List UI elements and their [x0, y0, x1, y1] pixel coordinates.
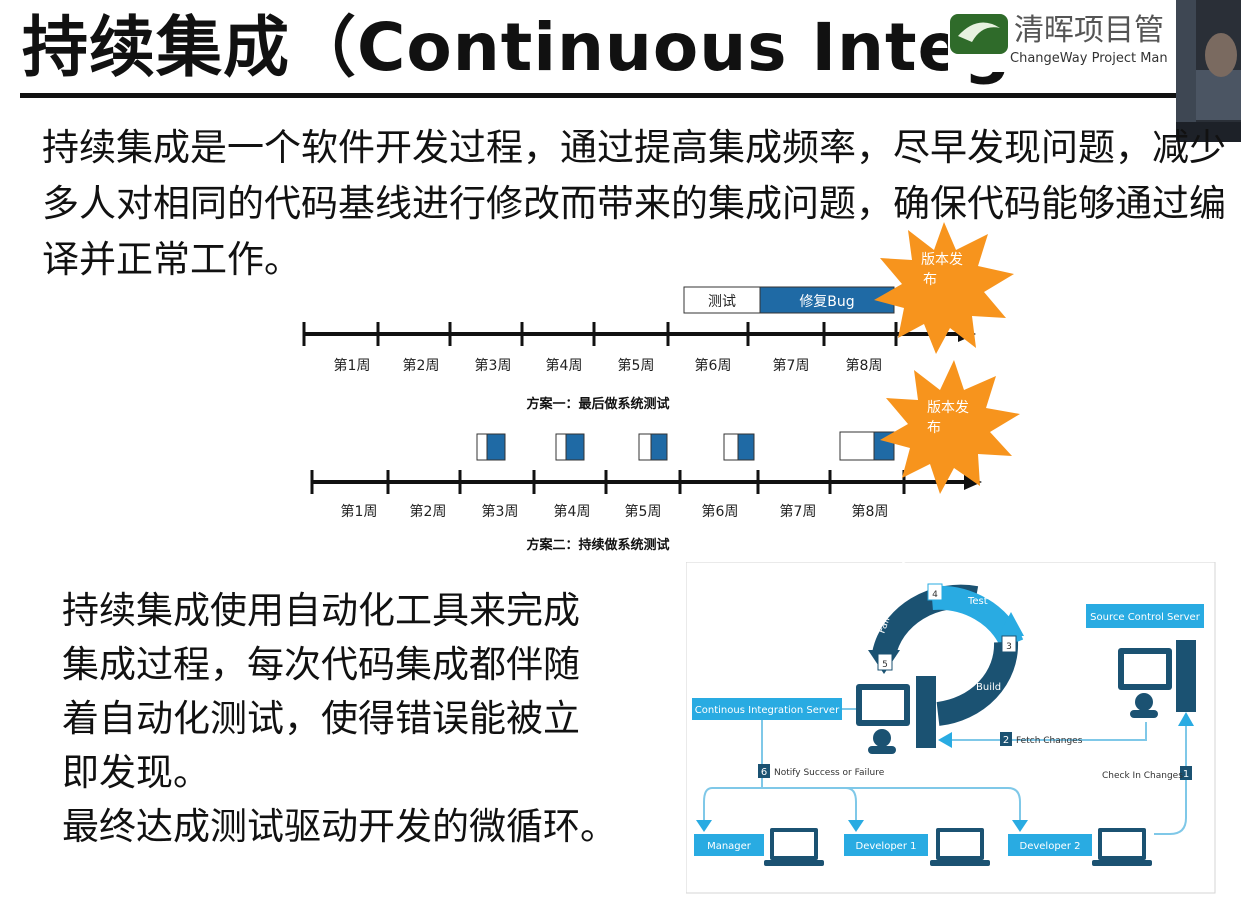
ci-paragraph: 持续集成使用自动化工具来完成 集成过程，每次代码集成都伴随 着自动化测试，使得错…: [62, 584, 682, 854]
ci-screen: [862, 690, 904, 720]
plan2-week-8: 第8周: [852, 503, 889, 520]
plan1-week-5: 第5周: [618, 357, 655, 374]
developer1-laptop-icon: [930, 828, 990, 866]
plan2-week-7: 第7周: [780, 503, 817, 520]
plan2-week-1: 第1周: [341, 503, 378, 520]
ci-line-4: 即发现。: [62, 751, 210, 794]
ci-line-1: 持续集成使用自动化工具来完成: [62, 589, 580, 632]
ci-line-3: 着自动化测试，使得错误能被立: [62, 697, 580, 740]
manager-laptop-icon: [764, 828, 824, 866]
ci-tower: [916, 676, 936, 748]
ci-server-label: Continous Integration Server: [695, 705, 840, 716]
burst-shape-2: [880, 360, 1020, 494]
ci-line-5: 最终达成测试驱动开发的微循环。: [62, 805, 617, 848]
plan2-week-4: 第4周: [554, 503, 591, 520]
plan1-week-2: 第2周: [403, 357, 440, 374]
plan1-week-8: 第8周: [846, 357, 883, 374]
plan1-week-3: 第3周: [475, 357, 512, 374]
step3-label: Build: [976, 682, 1001, 693]
plan1-week-labels: 第1周 第2周 第3周 第4周 第5周 第6周 第7周 第8周: [334, 357, 883, 374]
ci-workflow-diagram: 4 Test 3 Build 5 Fail or Succeed Contino…: [686, 562, 1216, 894]
plan2-week-3: 第3周: [482, 503, 519, 520]
step2-number: 2: [1003, 735, 1009, 746]
manager-label: Manager: [707, 841, 752, 852]
source-user-body: [1130, 710, 1158, 718]
developer1-label: Developer 1: [856, 841, 917, 852]
step1-number: 1: [1183, 769, 1189, 780]
source-server-label: Source Control Server: [1090, 612, 1201, 623]
step1-label: Check In Changes: [1102, 771, 1183, 781]
plan1-test-label: 测试: [708, 294, 736, 310]
step3-number: 3: [1006, 642, 1012, 652]
plan2-week-5: 第5周: [625, 503, 662, 520]
step4-number: 4: [932, 590, 938, 600]
ci-user-body: [868, 746, 896, 754]
plan2-test-blocks: [476, 431, 895, 461]
plan1-week-1: 第1周: [334, 357, 371, 374]
step6-label: Notify Success or Failure: [774, 768, 885, 778]
plan1-caption: 方案一：最后做系统测试: [526, 396, 669, 412]
logo-text-top: 清晖项目管: [1014, 13, 1164, 48]
plan2-release-burst: 版本发 布: [880, 360, 1020, 494]
plan1-week-6: 第6周: [695, 357, 732, 374]
plan1-release-label-2: 布: [923, 272, 937, 288]
plan2-week-2: 第2周: [410, 503, 447, 520]
step6-number: 6: [761, 767, 767, 778]
developer2-label: Developer 2: [1020, 841, 1081, 852]
ci-line-2: 集成过程，每次代码集成都伴随: [62, 643, 580, 686]
plan2-release-label-2: 布: [927, 420, 941, 436]
plan2-week-labels: 第1周 第2周 第3周 第4周 第5周 第6周 第7周 第8周: [341, 503, 889, 520]
step4-label: Test: [967, 596, 988, 607]
step2-label: Fetch Changes: [1016, 736, 1083, 746]
plan1-release-label-1: 版本发: [921, 252, 963, 268]
timeline-diagram: 测试 修复Bug 第1周 第2周 第3周 第4周 第5周 第6周 第7周 第8周…: [302, 222, 1020, 553]
step5-number: 5: [882, 660, 888, 670]
source-screen: [1124, 654, 1166, 684]
plan2-caption: 方案二：持续做系统测试: [526, 537, 669, 553]
source-user-head: [1135, 693, 1153, 711]
plan1-week-4: 第4周: [546, 357, 583, 374]
logo-graphic: 清晖项目管 ChangeWay Project Man: [950, 13, 1168, 66]
company-logo: 清晖项目管 ChangeWay Project Man: [948, 6, 1180, 72]
plan2-release-label-1: 版本发: [927, 400, 969, 416]
source-tower: [1176, 640, 1196, 712]
title-underline: [20, 93, 1180, 98]
logo-text-bottom: ChangeWay Project Man: [1010, 51, 1168, 66]
plan1-fix-label: 修复Bug: [799, 293, 854, 310]
logo-emblem: [950, 14, 1008, 54]
plan2-week-6: 第6周: [702, 503, 739, 520]
ci-user-head: [873, 729, 891, 747]
plan1-week-7: 第7周: [773, 357, 810, 374]
developer2-laptop-icon: [1092, 828, 1152, 866]
